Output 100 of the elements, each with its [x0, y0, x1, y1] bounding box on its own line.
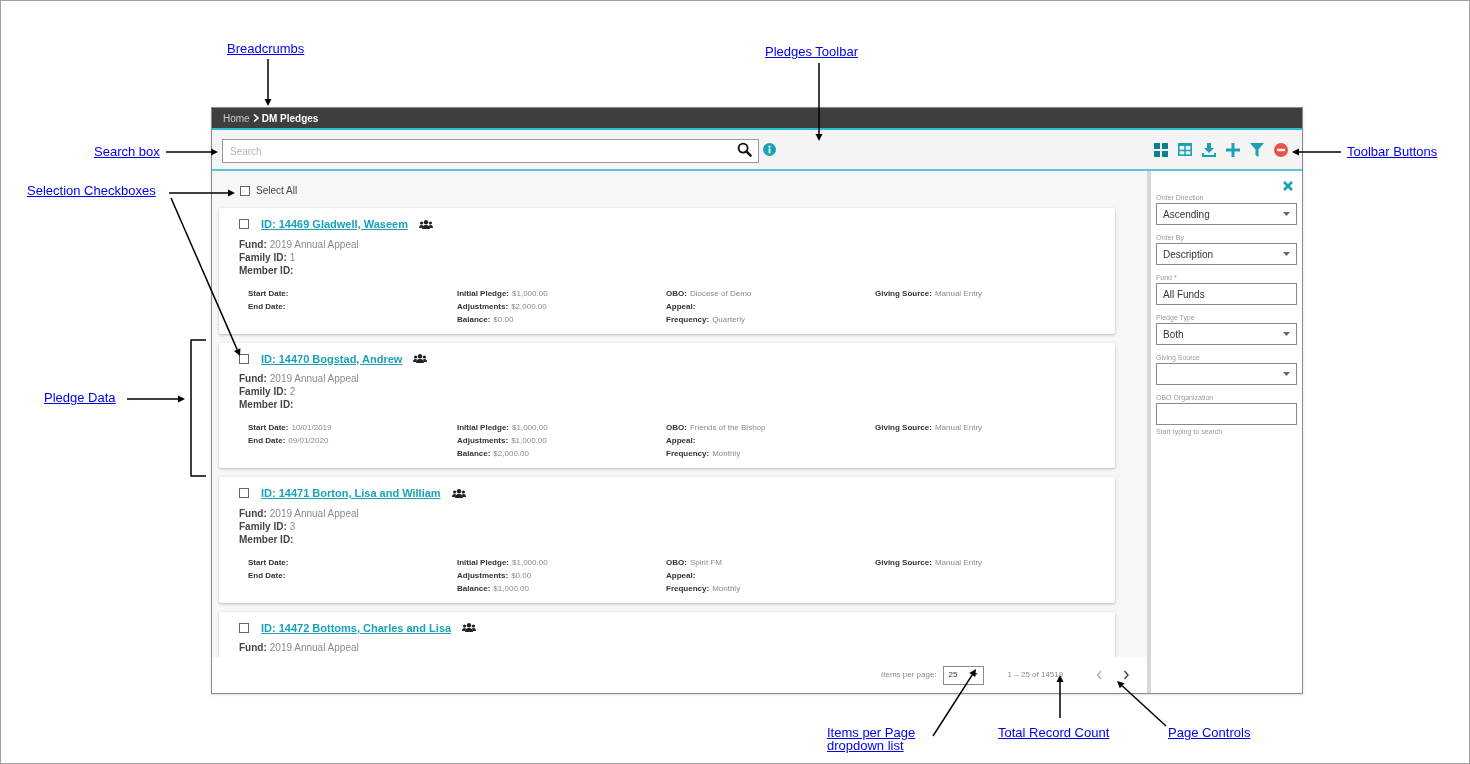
annotation-link[interactable]: Total Record Count: [998, 726, 1110, 739]
field-value: Friends of the Bishop: [689, 422, 766, 434]
field-label: Adjustments:: [457, 569, 509, 582]
field-value: $0.00: [493, 313, 514, 326]
field-label: Frequency:: [666, 582, 710, 595]
chevron-left-icon[interactable]: [1096, 670, 1104, 680]
field-value: 3: [289, 519, 296, 533]
field-value: 1: [289, 250, 296, 264]
annotation-link[interactable]: Toolbar Buttons: [1347, 145, 1438, 158]
arrow: [126, 395, 185, 403]
dropdown[interactable]: Both: [1156, 323, 1297, 345]
field-label: Balance:: [457, 448, 491, 460]
field-label: OBO:: [666, 287, 687, 300]
record-count: 1 – 25 of 14519: [1007, 669, 1064, 681]
field-label: Frequency:: [666, 313, 710, 326]
input-field[interactable]: [1156, 403, 1297, 425]
search-icon[interactable]: [737, 141, 752, 157]
arrow: [1292, 148, 1342, 156]
chevron-right-icon[interactable]: [1123, 670, 1131, 680]
arrow: [264, 58, 272, 106]
chevron-right-icon: [252, 114, 259, 122]
checkbox[interactable]: [240, 185, 250, 196]
field-label: Family ID:: [239, 519, 287, 533]
field-label: End Date:: [248, 435, 286, 447]
field-value: Diocese of Demo: [689, 287, 752, 300]
field-label: Start Date:: [248, 556, 289, 569]
checkbox[interactable]: [239, 353, 249, 364]
field-label: Adjustments:: [457, 435, 509, 447]
field-value: $1,000.00: [512, 556, 548, 569]
field-value: Spirit FM: [689, 556, 722, 569]
arrow: [165, 148, 218, 156]
field-label: Initial Pledge:: [457, 556, 509, 569]
field-value: $1,000.00: [493, 582, 529, 595]
field-label: Initial Pledge:: [457, 287, 509, 300]
field-label: Appeal:: [666, 435, 696, 447]
field-value: 2: [289, 385, 296, 398]
field-value: $1,000.00: [511, 435, 547, 447]
field-label: Appeal:: [666, 569, 696, 582]
field-value: $1,000.00: [512, 422, 548, 434]
field-value: 2019 Annual Appeal: [269, 641, 359, 654]
breadcrumb-link[interactable]: DM Pledges: [261, 110, 319, 126]
field-label: Member ID:: [239, 532, 294, 546]
field-value: Manual Entry: [934, 422, 983, 434]
annotation-link[interactable]: Pledge Data: [44, 391, 116, 404]
field-label: Adjustments:: [457, 300, 509, 313]
annotation-link[interactable]: Page Controls: [1168, 726, 1251, 739]
grid-icon[interactable]: [1154, 142, 1168, 157]
dropdown[interactable]: 25: [942, 665, 984, 685]
field-value: Quarterly: [712, 313, 746, 326]
annotation-link[interactable]: Pledges Toolbar: [765, 45, 858, 58]
dropdown[interactable]: [1156, 363, 1297, 385]
field-label: Family ID:: [239, 385, 287, 398]
field-value: $2,000.00: [493, 448, 529, 460]
field-label: End Date:: [248, 569, 286, 582]
caret-icon: [1283, 332, 1290, 336]
field-label: Member ID:: [239, 398, 294, 411]
field-label: OBO:: [666, 422, 687, 434]
annotation-link[interactable]: Items per Page dropdown list: [827, 726, 937, 752]
input-field[interactable]: All Funds: [1156, 283, 1297, 305]
field-value: Monthly: [712, 582, 741, 595]
arrow: [1117, 681, 1167, 727]
table-icon[interactable]: [1178, 143, 1192, 156]
search-field[interactable]: Search: [222, 139, 759, 163]
field-label: Giving Source:: [875, 287, 932, 300]
plus-icon[interactable]: [1226, 142, 1240, 157]
people-icon: [451, 488, 466, 498]
checkbox-label: Select All: [256, 184, 298, 198]
close-icon[interactable]: [1283, 181, 1293, 191]
people-icon: [462, 623, 477, 633]
dropdown[interactable]: Description: [1156, 243, 1297, 265]
checkbox[interactable]: [239, 219, 249, 230]
checkbox[interactable]: [239, 488, 249, 499]
annotation-link[interactable]: Search box: [94, 145, 160, 158]
field-label: Frequency:: [666, 448, 710, 460]
field-label: Family ID:: [239, 250, 287, 264]
info-icon[interactable]: [763, 143, 776, 156]
field-label: Fund:: [239, 237, 267, 251]
checkbox[interactable]: [239, 622, 249, 633]
annotation-link[interactable]: Breadcrumbs: [227, 42, 305, 55]
pager-label: Items per page:: [881, 669, 937, 681]
field-value: 10/01/2019: [291, 422, 332, 434]
field-label: Start Date:: [248, 422, 289, 434]
field-label: Balance:: [457, 582, 491, 595]
caret-icon: [1283, 212, 1290, 216]
minus-circle-icon[interactable]: [1274, 142, 1288, 157]
field-label: End Date:: [248, 300, 286, 313]
field-value: $0.00: [511, 569, 532, 582]
field-label: Member ID:: [239, 263, 294, 277]
field-value: Manual Entry: [934, 556, 983, 569]
field-value: Manual Entry: [934, 287, 983, 300]
field-label: Appeal:: [666, 300, 696, 313]
people-icon: [413, 354, 428, 364]
field-label: Giving Source:: [875, 556, 932, 569]
filter-icon[interactable]: [1250, 142, 1264, 157]
annotation-link[interactable]: Selection Checkboxes: [27, 184, 156, 197]
field-value: Monthly: [712, 448, 741, 460]
breadcrumb-link[interactable]: Home: [223, 110, 250, 126]
download-icon[interactable]: [1202, 142, 1216, 157]
dropdown[interactable]: Ascending: [1156, 203, 1297, 225]
field-label: Start Date:: [248, 287, 289, 300]
